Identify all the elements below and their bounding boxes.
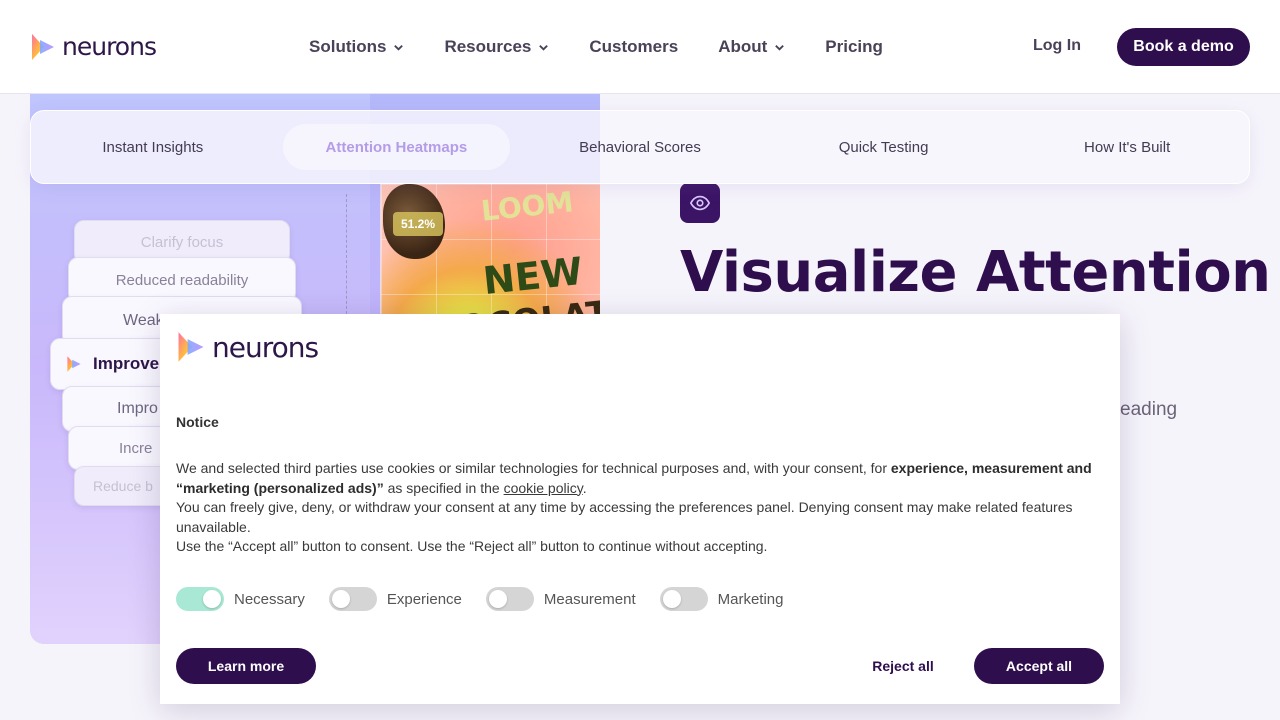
attention-percent-badge: 51.2% xyxy=(393,212,443,236)
nav-label: Customers xyxy=(589,37,679,56)
nav-label: Solutions xyxy=(309,37,387,56)
notice-text: We and selected third parties use cookie… xyxy=(176,460,891,476)
toggle-label: Experience xyxy=(386,590,462,608)
nav-pricing[interactable]: Pricing xyxy=(825,37,883,57)
login-link[interactable]: Log In xyxy=(1033,37,1081,55)
toggle-marketing[interactable]: Marketing xyxy=(659,587,784,611)
chevron-down-icon xyxy=(394,44,404,51)
eye-icon xyxy=(680,183,720,223)
toggle-knob xyxy=(488,590,507,608)
toggle-label: Marketing xyxy=(717,590,784,608)
site-header: neurons Solutions Resources Customers Ab… xyxy=(0,0,1280,94)
reject-all-button[interactable]: Reject all xyxy=(860,648,946,684)
tab-instant-insights[interactable]: Instant Insights xyxy=(39,124,267,170)
neurons-logo-icon xyxy=(178,332,204,362)
toggle-label: Measurement xyxy=(543,590,636,608)
nav-resources[interactable]: Resources xyxy=(444,37,549,57)
suggestion-text: Weak xyxy=(123,312,164,329)
suggestion-text: Improve xyxy=(93,354,160,373)
book-demo-button[interactable]: Book a demo xyxy=(1117,28,1250,66)
brand-name: neurons xyxy=(62,32,157,61)
chevron-down-icon xyxy=(775,44,785,51)
notice-paragraph: Use the “Accept all” button to consent. … xyxy=(176,538,768,554)
tab-behavioral-scores[interactable]: Behavioral Scores xyxy=(526,124,754,170)
toggle-knob xyxy=(331,590,350,608)
notice-paragraph: We and selected third parties use cookie… xyxy=(176,459,1106,498)
brand-name: neurons xyxy=(212,330,319,364)
toggle-switch[interactable] xyxy=(485,587,534,611)
nav-label: Pricing xyxy=(825,37,883,56)
connector-line xyxy=(346,194,347,314)
nav-label: Resources xyxy=(444,37,532,56)
toggle-switch[interactable] xyxy=(176,587,224,611)
suggestion-text: Reduced readability xyxy=(115,271,249,289)
brand-logo[interactable]: neurons xyxy=(30,27,157,67)
neurons-logo-icon xyxy=(67,356,81,372)
consent-toggles: Necessary Experience Measurement Marketi… xyxy=(176,587,807,611)
brand-logo: neurons xyxy=(176,330,319,364)
suggestion-text: Incre xyxy=(119,439,153,457)
cookie-policy-link[interactable]: cookie policy xyxy=(504,480,583,496)
notice-text: as specified in the xyxy=(383,479,504,496)
suggestion-text: Impro xyxy=(117,400,158,417)
suggestion-text: Clarify focus xyxy=(140,233,224,251)
toggle-switch[interactable] xyxy=(659,587,708,611)
learn-more-button[interactable]: Learn more xyxy=(176,648,316,684)
chevron-down-icon xyxy=(539,44,549,51)
nav-customers[interactable]: Customers xyxy=(589,37,678,57)
toggle-label: Necessary xyxy=(234,590,305,608)
notice-body: We and selected third parties use cookie… xyxy=(176,459,1106,557)
toggle-experience[interactable]: Experience xyxy=(328,587,462,611)
cookie-consent-dialog: neurons Notice We and selected third par… xyxy=(160,314,1120,704)
main-nav: Solutions Resources Customers About Pric… xyxy=(309,0,923,94)
tab-how-its-built[interactable]: How It's Built xyxy=(1013,124,1241,170)
feature-tabs: Instant Insights Attention Heatmaps Beha… xyxy=(30,110,1250,184)
notice-title: Notice xyxy=(176,414,219,430)
suggestion-text: Reduce b xyxy=(93,478,153,494)
accept-all-button[interactable]: Accept all xyxy=(974,648,1104,684)
toggle-switch[interactable] xyxy=(328,587,377,611)
toggle-measurement[interactable]: Measurement xyxy=(485,587,636,611)
neurons-logo-icon xyxy=(32,33,54,60)
notice-paragraph: You can freely give, deny, or withdraw y… xyxy=(176,499,1073,535)
tab-attention-heatmaps[interactable]: Attention Heatmaps xyxy=(282,124,511,170)
eye-icon-glyph xyxy=(689,195,711,211)
toggle-necessary[interactable]: Necessary xyxy=(176,587,305,611)
nav-about[interactable]: About xyxy=(718,37,785,57)
notice-text: . xyxy=(582,479,587,496)
hero-title: Visualize Attention xyxy=(680,240,1271,305)
toggle-knob xyxy=(662,590,681,608)
nav-solutions[interactable]: Solutions xyxy=(309,37,404,57)
tab-quick-testing[interactable]: Quick Testing xyxy=(770,124,998,170)
toggle-knob xyxy=(203,590,221,608)
nav-label: About xyxy=(718,37,768,56)
